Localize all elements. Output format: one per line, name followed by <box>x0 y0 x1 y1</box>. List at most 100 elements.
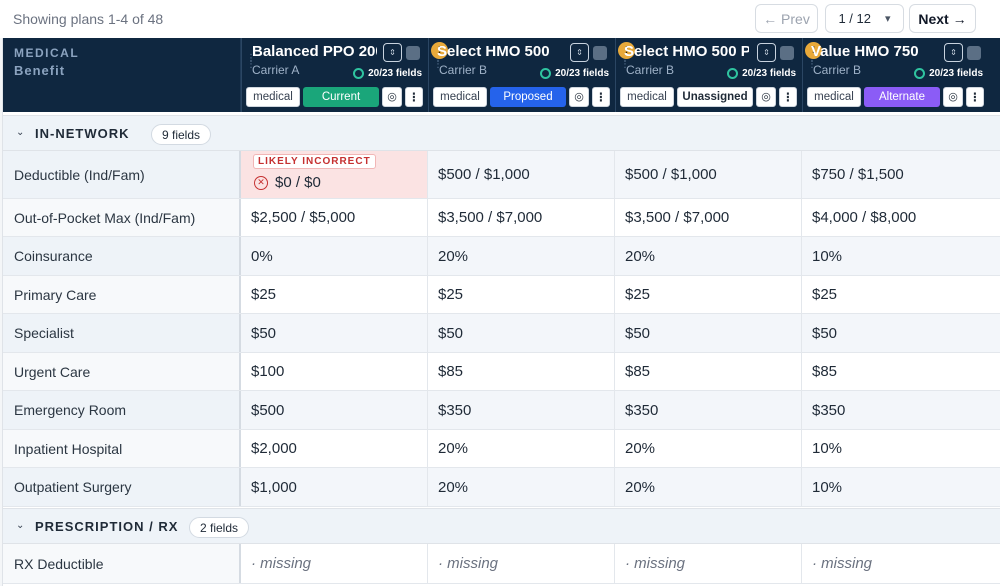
select-plan-checkbox[interactable] <box>406 46 420 60</box>
value-cell[interactable]: $2,000 <box>241 430 428 467</box>
section-field-count: 9 fields <box>151 124 212 145</box>
plan-name: Select HMO 500 <box>437 43 550 60</box>
benefit-label: Deductible (Ind/Fam) <box>3 151 241 198</box>
value-cell[interactable]: $25 <box>615 276 802 313</box>
section-title: PRESCRIPTION / RX <box>35 519 179 534</box>
value-cell-missing[interactable]: · missing <box>241 544 428 583</box>
chevron-down-icon: ▾ <box>885 13 891 25</box>
section-title: IN-NETWORK <box>35 126 130 141</box>
header-category: MEDICAL <box>14 46 80 60</box>
toolbar: Showing plans 1-4 of 48 ← Prev 1 / 12 ▾ … <box>0 0 1000 38</box>
value-cell[interactable]: $50 <box>802 314 988 352</box>
plan-type-tag[interactable]: medical <box>620 86 674 107</box>
value-cell-missing[interactable]: · missing <box>615 544 802 583</box>
table-row: Deductible (Ind/Fam) LIKELY INCORRECT ✕ $… <box>3 151 1000 199</box>
value-cell[interactable]: $25 <box>241 276 428 313</box>
table-row: Urgent Care $100 $85 $85 $85 <box>3 353 1000 391</box>
value-cell[interactable]: $50 <box>241 314 428 352</box>
plan-type-tag[interactable]: medical <box>433 86 487 107</box>
chevron-down-icon[interactable]: ⌄ <box>16 520 24 531</box>
pin-icon[interactable]: ⇕ <box>383 43 402 62</box>
value-cell[interactable]: $85 <box>802 353 988 390</box>
plan-status-badge[interactable]: Proposed <box>490 86 566 107</box>
select-plan-checkbox[interactable] <box>967 46 981 60</box>
plan-name: Balanced PPO 2000 <box>252 43 377 60</box>
value-cell[interactable]: $500 <box>241 391 428 429</box>
benefit-label: Inpatient Hospital <box>3 430 241 467</box>
value-cell[interactable]: $350 <box>428 391 615 429</box>
value-cell[interactable]: 20% <box>428 468 615 506</box>
plan-name: Value HMO 750 <box>811 43 919 60</box>
value-cell[interactable]: $1,000 <box>241 468 428 506</box>
table-row: Inpatient Hospital $2,000 20% 20% 10% <box>3 430 1000 468</box>
next-button[interactable]: Next → <box>909 4 976 33</box>
value-cell[interactable]: 20% <box>615 468 802 506</box>
select-plan-checkbox[interactable] <box>593 46 607 60</box>
value-cell[interactable]: $50 <box>428 314 615 352</box>
chevron-down-icon[interactable]: ⌄ <box>16 127 24 138</box>
value-cell[interactable]: 20% <box>615 430 802 467</box>
value-cell[interactable]: 10% <box>802 468 988 506</box>
value-cell[interactable]: $100 <box>241 353 428 390</box>
select-plan-checkbox[interactable] <box>780 46 794 60</box>
value-cell[interactable]: 0% <box>241 237 428 275</box>
value-cell-missing[interactable]: · missing <box>428 544 615 583</box>
fields-progress: 20/23 fields <box>914 68 983 79</box>
value-cell[interactable]: $500 / $1,000 <box>428 151 615 198</box>
prev-button[interactable]: ← Prev <box>755 4 818 33</box>
more-options-icon[interactable]: ⋮ <box>779 86 797 107</box>
benefit-label: Outpatient Surgery <box>3 468 241 506</box>
fields-progress: 20/23 fields <box>727 68 796 79</box>
table-row: Coinsurance 0% 20% 20% 10% <box>3 237 1000 276</box>
value-cell[interactable]: $750 / $1,500 <box>802 151 988 198</box>
value-cell[interactable]: $3,500 / $7,000 <box>615 199 802 236</box>
value-cell[interactable]: $500 / $1,000 <box>615 151 802 198</box>
value-cell-flagged[interactable]: LIKELY INCORRECT ✕ $0 / $0 <box>241 151 428 198</box>
plan-type-tag[interactable]: medical <box>246 86 300 107</box>
value-cell[interactable]: 10% <box>802 430 988 467</box>
more-options-icon[interactable]: ⋮ <box>966 86 984 107</box>
plan-status-badge[interactable]: Alternate <box>864 86 940 107</box>
benefit-label: Out-of-Pocket Max (Ind/Fam) <box>3 199 241 236</box>
plan-name: Select HMO 500 Plus <box>624 43 749 60</box>
value-cell[interactable]: $350 <box>615 391 802 429</box>
value-cell[interactable]: $3,500 / $7,000 <box>428 199 615 236</box>
target-icon[interactable]: ◎ <box>569 86 589 107</box>
fields-progress: 20/23 fields <box>353 68 422 79</box>
value-cell[interactable]: $25 <box>802 276 988 313</box>
table-row: Primary Care $25 $25 $25 $25 <box>3 276 1000 314</box>
page-select[interactable]: 1 / 12 ▾ <box>825 4 904 33</box>
plan-status-badge[interactable]: Unassigned <box>677 86 753 107</box>
value-cell[interactable]: $50 <box>615 314 802 352</box>
value-cell[interactable]: 20% <box>615 237 802 275</box>
target-icon[interactable]: ◎ <box>382 86 402 107</box>
value-cell[interactable]: 10% <box>802 237 988 275</box>
target-icon[interactable]: ◎ <box>943 86 963 107</box>
pin-icon[interactable]: ⇕ <box>757 43 776 62</box>
pin-icon[interactable]: ⇕ <box>570 43 589 62</box>
progress-ring-icon <box>914 68 926 79</box>
value-cell[interactable]: 20% <box>428 430 615 467</box>
value-cell[interactable]: $85 <box>428 353 615 390</box>
plan-column-header[interactable]: ⋮⋮ ! Value HMO 750 ⇕ Carrier B 20/23 fie… <box>802 38 1000 112</box>
value-cell[interactable]: $4,000 / $8,000 <box>802 199 988 236</box>
pin-icon[interactable]: ⇕ <box>944 43 963 62</box>
section-prescription-rx[interactable]: ⌄ PRESCRIPTION / RX 2 fields <box>3 508 1000 544</box>
value-cell[interactable]: $25 <box>428 276 615 313</box>
value-cell-missing[interactable]: · missing <box>802 544 988 583</box>
value-cell[interactable]: $2,500 / $5,000 <box>241 199 428 236</box>
plan-type-tag[interactable]: medical <box>807 86 861 107</box>
plan-status-badge[interactable]: Current <box>303 86 379 107</box>
plan-column-header[interactable]: ⋮⋮ ! Select HMO 500 Plus ⇕ Carrier B 20/… <box>615 38 802 112</box>
table-row: Outpatient Surgery $1,000 20% 20% 10% <box>3 468 1000 507</box>
plan-column-header[interactable]: ⋮⋮ ! Select HMO 500 ⇕ Carrier B 20/23 fi… <box>428 38 615 112</box>
section-in-network[interactable]: ⌄ IN-NETWORK 9 fields <box>3 115 1000 151</box>
value-cell[interactable]: $350 <box>802 391 988 429</box>
value-cell[interactable]: 20% <box>428 237 615 275</box>
more-options-icon[interactable]: ⋮ <box>405 86 423 107</box>
progress-ring-icon <box>540 68 552 79</box>
target-icon[interactable]: ◎ <box>756 86 776 107</box>
more-options-icon[interactable]: ⋮ <box>592 86 610 107</box>
plan-column-header[interactable]: ⋮⋮ Balanced PPO 2000 ⇕ Carrier A 20/23 f… <box>241 38 428 112</box>
value-cell[interactable]: $85 <box>615 353 802 390</box>
